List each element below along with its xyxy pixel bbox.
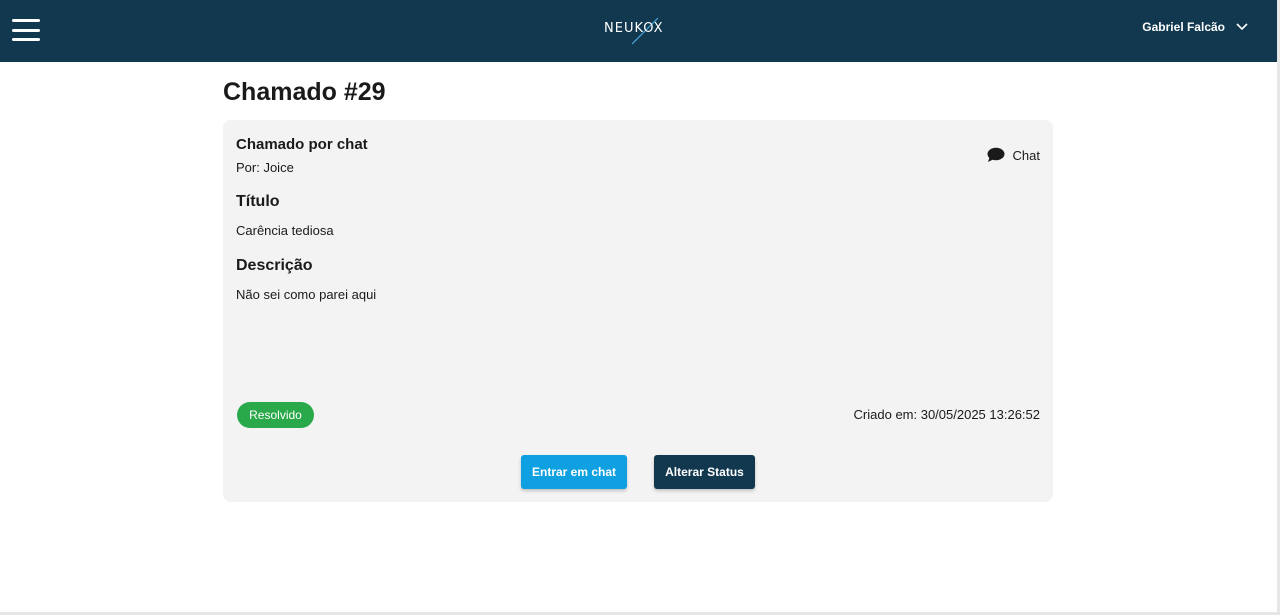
logo[interactable]: NEUKOX <box>598 14 680 46</box>
user-name: Gabriel Falcão <box>1142 20 1225 34</box>
title-value: Carência tediosa <box>236 223 334 238</box>
user-menu[interactable]: Gabriel Falcão <box>1142 20 1249 34</box>
page-title: Chamado #29 <box>223 78 386 106</box>
ticket-author: Por: Joice <box>236 160 294 175</box>
change-status-button[interactable]: Alterar Status <box>654 455 755 489</box>
status-badge: Resolvido <box>237 402 314 428</box>
channel-tag: Chat <box>987 147 1040 163</box>
description-value: Não sei como parei aqui <box>236 287 377 302</box>
top-navbar: NEUKOX Gabriel Falcão <box>0 0 1277 62</box>
description-heading: Descrição <box>236 257 313 274</box>
created-timestamp: Criado em: 30/05/2025 13:26:52 <box>853 407 1040 422</box>
enter-chat-button[interactable]: Entrar em chat <box>521 455 627 489</box>
channel-label: Chat <box>1012 147 1040 163</box>
speech-bubble-icon <box>987 147 1005 162</box>
title-heading: Título <box>236 193 280 210</box>
chevron-down-icon <box>1236 23 1248 31</box>
menu-icon[interactable] <box>12 19 40 41</box>
ticket-origin: Chamado por chat <box>236 136 368 153</box>
logo-text: NEUKOX <box>604 21 664 36</box>
ticket-card: Chamado por chat Por: Joice Chat Título … <box>223 120 1053 502</box>
